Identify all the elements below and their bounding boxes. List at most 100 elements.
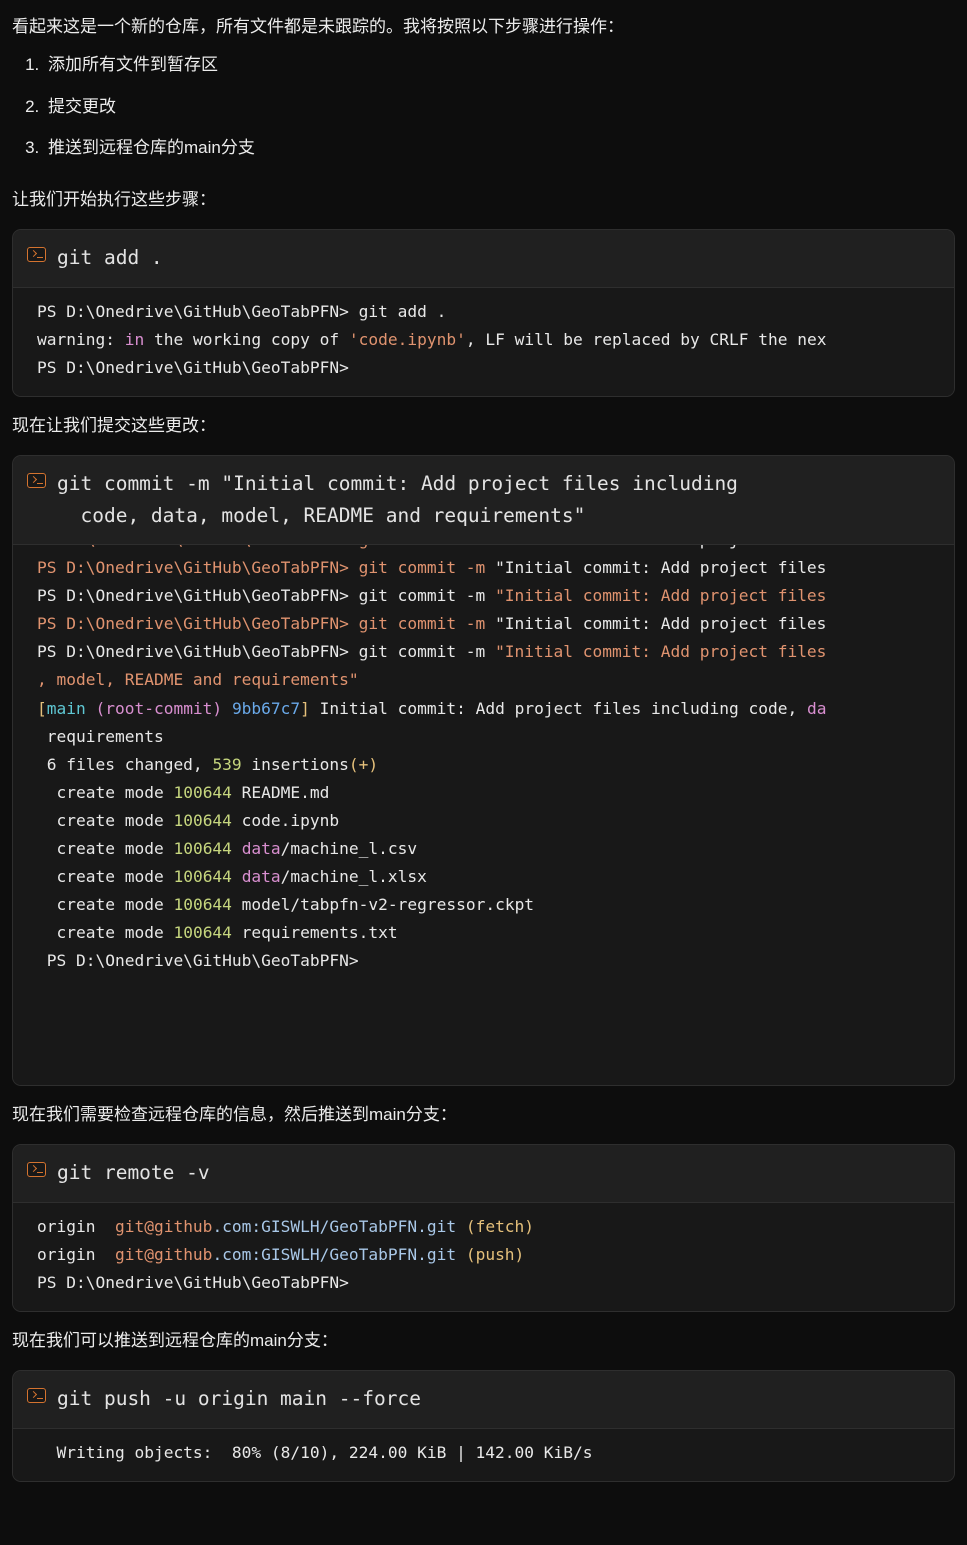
terminal-token: [ — [37, 698, 47, 718]
terminal-output-line: PS D:\Onedrive\GitHub\GeoTabPFN> git add… — [37, 298, 954, 326]
terminal-output-line: Writing objects: 80% (8/10), 224.00 KiB … — [37, 1439, 954, 1467]
terminal-token: 100644 — [173, 782, 232, 802]
terminal-output-line: PS D:\Onedrive\GitHub\GeoTabPFN> git com… — [37, 554, 954, 582]
step-item: 添加所有文件到暂存区 — [44, 52, 967, 78]
terminal-token: "Initial commit: Add project files — [495, 545, 826, 549]
terminal-token: code.ipynb — [231, 810, 340, 830]
steps-list: 添加所有文件到暂存区 提交更改 推送到远程仓库的main分支 — [0, 52, 967, 161]
terminal-icon — [27, 247, 46, 263]
terminal-token: 100644 — [173, 810, 232, 830]
step-item: 推送到远程仓库的main分支 — [44, 135, 967, 161]
terminal-token: , model, README and requirements" — [37, 670, 359, 690]
terminal-output-line: PS D:\Onedrive\GitHub\GeoTabPFN> git com… — [37, 582, 954, 610]
terminal-command-line: code, data, model, README and requiremen… — [57, 503, 586, 527]
after-add-paragraph: 现在让我们提交这些更改： — [12, 415, 216, 435]
terminal-token: origin — [37, 1244, 115, 1264]
terminal-output-line: create mode 100644 model/tabpfn-v2-regre… — [37, 891, 954, 919]
terminal-token: PS D:\Onedrive\GitHub\GeoTabPFN> — [37, 950, 359, 970]
terminal-card-header[interactable]: git push -u origin main --force — [13, 1371, 954, 1429]
terminal-token: PS D:\Onedrive\GitHub\GeoTabPFN> — [37, 1272, 349, 1292]
terminal-token: PS D:\Onedrive\GitHub\GeoTabPFN> — [37, 642, 359, 662]
terminal-token: Add project files — [660, 558, 827, 578]
terminal-token: PS D:\Onedrive\GitHub\GeoTabPFN> — [37, 357, 349, 377]
terminal-output-line: PS D:\Onedrive\GitHub\GeoTabPFN> — [37, 354, 954, 382]
terminal-card-header[interactable]: git commit -m "Initial commit: Add proje… — [13, 456, 954, 546]
terminal-output[interactable]: PS D:\Onedrive\GitHub\GeoTabPFN> git com… — [13, 554, 954, 1085]
terminal-output-line: , model, README and requirements" — [37, 666, 954, 694]
terminal-token: git add . — [358, 301, 447, 321]
terminal-token: PS D:\Onedrive\GitHub\GeoTabPFN> — [37, 614, 359, 634]
terminal-output-line: PS D:\Onedrive\GitHub\GeoTabPFN> git com… — [13, 545, 826, 554]
terminal-token: Add project files — [660, 642, 827, 662]
terminal-output-line: PS D:\Onedrive\GitHub\GeoTabPFN> — [37, 947, 954, 975]
terminal-output-line: create mode 100644 README.md — [37, 779, 954, 807]
terminal-icon — [27, 1162, 46, 1178]
terminal-token: model/tabpfn-v2-regressor.ckpt — [231, 894, 535, 914]
terminal-token: Add project files — [660, 614, 827, 634]
terminal-token: .com:GISWLH/GeoTabPFN.git — [212, 1216, 466, 1236]
terminal-token: data — [241, 866, 281, 886]
conversation-page: 看起来这是一个新的仓库，所有文件都是未跟踪的。我将按照以下步骤进行操作： 添加所… — [0, 0, 967, 1482]
terminal-command: git remote -v — [57, 1156, 210, 1189]
terminal-token: , LF will be replaced by CRLF the nex — [465, 329, 827, 349]
terminal-token: in — [124, 329, 145, 349]
terminal-token: git commit -m — [358, 586, 496, 606]
terminal-token: git@github — [114, 1216, 213, 1236]
terminal-token: git commit -m — [358, 558, 496, 578]
terminal-token: the working copy of — [144, 329, 349, 349]
after-commit-paragraph: 现在我们需要检查远程仓库的信息，然后推送到main分支： — [12, 1104, 457, 1124]
terminal-token: .com:GISWLH/GeoTabPFN.git — [212, 1244, 466, 1264]
terminal-token: commit: — [582, 586, 661, 606]
terminal-token: 6 files changed, — [37, 754, 213, 774]
terminal-token: 100644 — [173, 894, 232, 914]
terminal-token: commit: — [582, 642, 661, 662]
terminal-token: commit: — [582, 614, 661, 634]
terminal-command-line: git commit -m "Initial commit: Add proje… — [57, 472, 738, 496]
terminal-token: create mode — [37, 922, 174, 942]
terminal-card-git-push: git push -u origin main --force Writing … — [12, 1370, 955, 1482]
step-item: 提交更改 — [44, 94, 967, 120]
terminal-card-git-remote: git remote -v origin git@github.com:GISW… — [12, 1144, 955, 1312]
after-remote-paragraph: 现在我们可以推送到远程仓库的main分支： — [12, 1330, 338, 1350]
terminal-token: 100644 — [173, 866, 232, 886]
terminal-token: "Initial — [495, 642, 583, 662]
terminal-output[interactable]: origin git@github.com:GISWLH/GeoTabPFN.g… — [13, 1202, 954, 1311]
terminal-token: 9bb67c7 — [231, 698, 301, 718]
terminal-token: PS D:\Onedrive\GitHub\GeoTabPFN> — [37, 301, 359, 321]
terminal-output-line: requirements — [37, 723, 954, 751]
terminal-token: 'code.ipynb' — [348, 329, 466, 349]
terminal-token: PS D:\Onedrive\GitHub\GeoTabPFN> — [37, 586, 359, 606]
terminal-token: Add project files — [660, 586, 827, 606]
terminal-token: README.md — [231, 782, 330, 802]
terminal-token: create mode — [37, 810, 174, 830]
terminal-output-line: PS D:\Onedrive\GitHub\GeoTabPFN> git com… — [37, 638, 954, 666]
terminal-token: requirements.txt — [231, 922, 398, 942]
terminal-output-line: create mode 100644 code.ipynb — [37, 807, 954, 835]
terminal-card-git-commit: git commit -m "Initial commit: Add proje… — [12, 455, 955, 1086]
terminal-output-line: [main (root-commit) 9bb67c7] Initial com… — [37, 695, 954, 723]
terminal-token: git commit -m — [358, 642, 496, 662]
terminal-output[interactable]: Writing objects: 80% (8/10), 224.00 KiB … — [13, 1428, 954, 1481]
terminal-card-header[interactable]: git add . — [13, 230, 954, 288]
terminal-token: (+) — [348, 754, 379, 774]
terminal-token: (root-commit) — [85, 698, 223, 718]
terminal-command-line: git add . — [57, 246, 163, 270]
terminal-output[interactable]: PS D:\Onedrive\GitHub\GeoTabPFN> git add… — [13, 287, 954, 396]
terminal-command: git add . — [57, 241, 163, 274]
terminal-token: warning: — [37, 329, 125, 349]
terminal-token: 100644 — [173, 922, 232, 942]
terminal-card-header[interactable]: git remote -v — [13, 1145, 954, 1203]
terminal-token: data — [241, 838, 281, 858]
terminal-command-line: git push -u origin main --force — [57, 1387, 421, 1411]
terminal-token: git commit -m — [358, 614, 496, 634]
terminal-token: /machine_l.csv — [280, 838, 418, 858]
terminal-token: "Initial — [495, 586, 583, 606]
terminal-output-line: warning: in the working copy of 'code.ip… — [37, 326, 954, 354]
terminal-token: git@github — [114, 1244, 213, 1264]
terminal-token: da — [806, 698, 827, 718]
terminal-token: 100644 — [173, 838, 232, 858]
terminal-token: Writing objects: 80% (8/10), 224.00 KiB … — [37, 1442, 593, 1462]
terminal-output-line: origin git@github.com:GISWLH/GeoTabPFN.g… — [37, 1241, 954, 1269]
terminal-token: ] — [300, 698, 310, 718]
